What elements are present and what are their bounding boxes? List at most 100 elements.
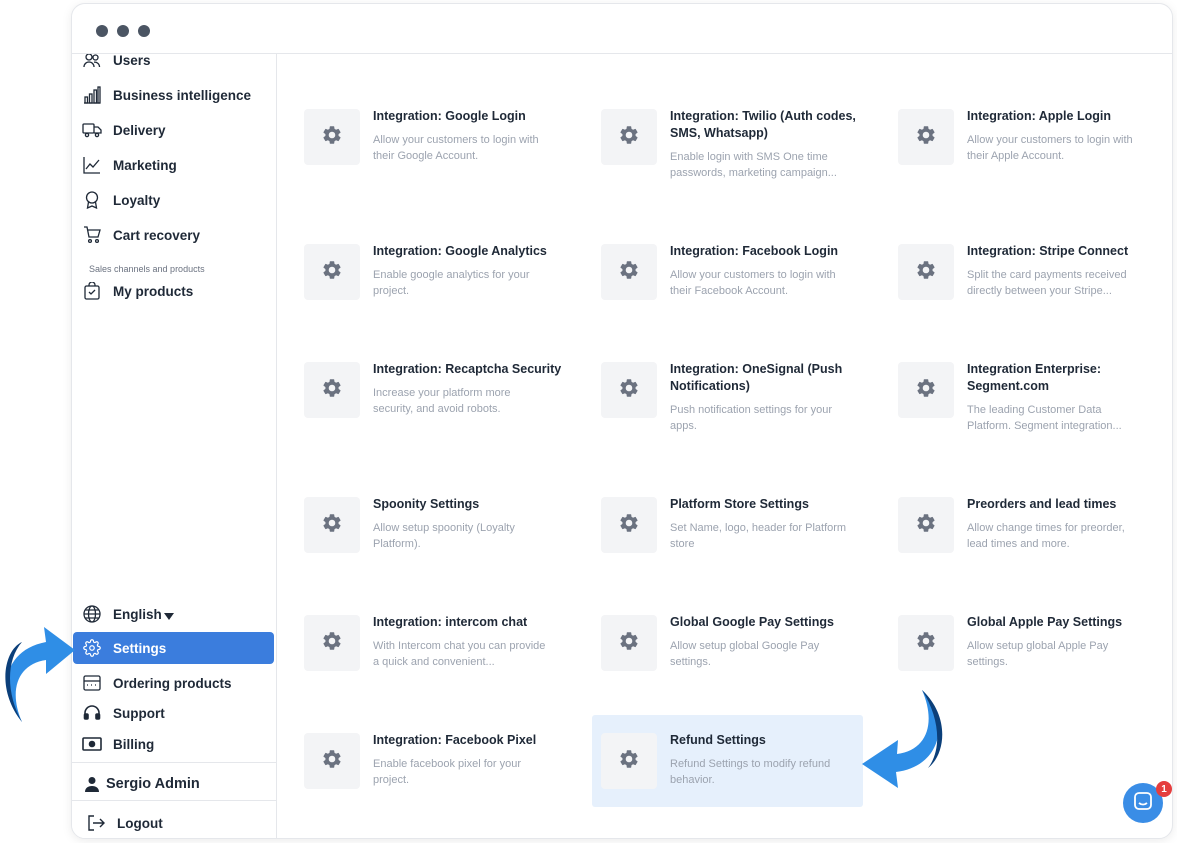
sidebar-item-ordering-products[interactable]: Ordering products	[72, 667, 277, 699]
integration-tile	[898, 362, 954, 418]
gear-icon	[618, 748, 640, 775]
integration-card[interactable]: Global Google Pay Settings Allow setup gl…	[575, 615, 845, 705]
integrations-grid: Integration: Google Login Allow your cust…	[278, 54, 1172, 838]
gear-icon	[915, 124, 937, 151]
bar-chart-icon	[82, 85, 102, 105]
integration-title: Platform Store Settings	[670, 497, 809, 511]
integration-title: Integration: Stripe Connect	[967, 244, 1129, 258]
integration-tile	[601, 244, 657, 300]
sidebar-item-cart-recovery[interactable]: Cart recovery	[72, 219, 277, 251]
integration-card[interactable]: Integration: Google Analytics Enable goog…	[278, 244, 548, 334]
sidebar-item-settings[interactable]: Settings	[73, 632, 274, 664]
language-selector[interactable]: English	[72, 598, 277, 630]
integration-description: Allow your customers to login with their…	[670, 269, 836, 297]
chat-icon	[1133, 791, 1153, 816]
globe-icon	[82, 604, 102, 624]
sidebar: Users Business intelligence Delivery Mar…	[72, 52, 277, 838]
sidebar-item-label: Loyalty	[113, 192, 161, 208]
headset-icon	[82, 703, 102, 723]
integration-title: Integration: Google Login	[373, 109, 526, 123]
section-label-sales-channels: Sales channels and products	[89, 264, 205, 274]
language-label: English	[113, 606, 162, 622]
sidebar-item-loyalty[interactable]: Loyalty	[72, 184, 277, 216]
gear-icon	[915, 512, 937, 539]
integration-title: Integration: Google Analytics	[373, 244, 547, 258]
caret-down-icon	[164, 609, 174, 624]
integration-tile	[304, 244, 360, 300]
user-profile[interactable]: Sergio Admin	[72, 768, 277, 800]
integration-card[interactable]: Integration: intercom chat With Intercom …	[278, 615, 548, 705]
integration-tile	[304, 109, 360, 165]
logout-icon	[86, 813, 106, 833]
sidebar-item-my-products[interactable]: My products	[72, 275, 277, 307]
integration-title: Integration: intercom chat	[373, 615, 528, 629]
logout-button[interactable]: Logout	[72, 807, 277, 838]
gear-icon	[321, 259, 343, 286]
integration-title: Spoonity Settings	[373, 497, 480, 511]
integration-description: Increase your platform more security, an…	[373, 387, 511, 415]
line-chart-icon	[82, 155, 102, 175]
integration-tile	[601, 615, 657, 671]
cart-icon	[82, 225, 102, 245]
app-window: Users Business intelligence Delivery Mar…	[71, 3, 1173, 839]
gear-icon	[915, 630, 937, 657]
integration-tile	[898, 615, 954, 671]
sidebar-item-business-intelligence[interactable]: Business intelligence	[72, 79, 277, 111]
integration-description: Enable google analytics for your project…	[373, 269, 530, 297]
integration-tile	[898, 109, 954, 165]
user-icon	[82, 774, 102, 794]
integration-description: Allow setup global Google Pay settings.	[670, 640, 820, 668]
integration-description: Allow setup global Apple Pay settings.	[967, 640, 1109, 668]
gear-icon	[321, 512, 343, 539]
integration-card[interactable]: Preorders and lead times Allow change tim…	[872, 497, 1142, 587]
integration-card[interactable]: Integration Enterprise: Segment.com The l…	[872, 362, 1142, 452]
sidebar-item-label: Delivery	[113, 122, 166, 138]
integration-description: Refund Settings to modify refund behavio…	[670, 758, 831, 786]
sidebar-divider	[72, 762, 277, 763]
integration-description: Split the card payments received directl…	[967, 269, 1127, 297]
integration-title: Global Google Pay Settings	[670, 615, 834, 629]
integration-card[interactable]: Refund Settings Refund Settings to modify…	[575, 733, 845, 823]
integration-title: Preorders and lead times	[967, 497, 1117, 511]
integration-card[interactable]: Integration: OneSignal (Push Notificatio…	[575, 362, 845, 452]
sidebar-item-label: Business intelligence	[113, 87, 252, 103]
integration-card[interactable]: Spoonity Settings Allow setup spoonity (L…	[278, 497, 548, 587]
sidebar-item-billing[interactable]: Billing	[72, 728, 277, 760]
integration-tile	[304, 733, 360, 789]
integration-title: Global Apple Pay Settings	[967, 615, 1123, 629]
integration-description: Enable facebook pixel for your project.	[373, 758, 521, 786]
integration-title: Refund Settings	[670, 733, 766, 747]
integration-description: Allow your customers to login with their…	[967, 134, 1133, 162]
integration-card[interactable]: Integration: Recaptcha Security Increase …	[278, 362, 561, 452]
sidebar-item-label: Ordering products	[113, 675, 232, 691]
integration-title: Integration: Facebook Login	[670, 244, 839, 258]
integration-tile	[898, 244, 954, 300]
store-icon	[82, 673, 102, 693]
integration-card[interactable]: Platform Store Settings Set Name, logo, h…	[575, 497, 846, 587]
sidebar-divider	[72, 800, 277, 801]
integration-tile	[304, 362, 360, 418]
integration-card[interactable]: Integration: Twilio (Auth codes, SMS, Wh…	[575, 109, 856, 199]
integration-card[interactable]: Integration: Facebook Login Allow your cu…	[575, 244, 845, 334]
integration-tile	[898, 497, 954, 553]
integration-description: Allow your customers to login with their…	[373, 134, 539, 162]
gear-icon	[321, 630, 343, 657]
integration-card[interactable]: Integration: Facebook Pixel Enable facebo…	[278, 733, 548, 823]
gear-icon	[321, 124, 343, 151]
gear-icon	[618, 259, 640, 286]
window-dot	[117, 25, 129, 37]
sidebar-item-support[interactable]: Support	[72, 697, 277, 729]
integration-card[interactable]: Integration: Google Login Allow your cust…	[278, 109, 548, 199]
integration-description: The leading Customer Data Platform. Segm…	[967, 404, 1122, 432]
sidebar-item-marketing[interactable]: Marketing	[72, 149, 277, 181]
integration-description: With Intercom chat you can provide a qui…	[373, 640, 546, 668]
integration-card[interactable]: Integration: Apple Login Allow your custo…	[872, 109, 1142, 199]
gear-icon	[321, 377, 343, 404]
sidebar-item-label: Users	[113, 52, 151, 68]
sidebar-item-delivery[interactable]: Delivery	[72, 114, 277, 146]
window-dot	[138, 25, 150, 37]
integration-tile	[601, 733, 657, 789]
integration-tile	[304, 497, 360, 553]
integration-description: Allow setup spoonity (Loyalty Platform).	[373, 522, 515, 550]
integration-card[interactable]: Integration: Stripe Connect Split the car…	[872, 244, 1142, 334]
